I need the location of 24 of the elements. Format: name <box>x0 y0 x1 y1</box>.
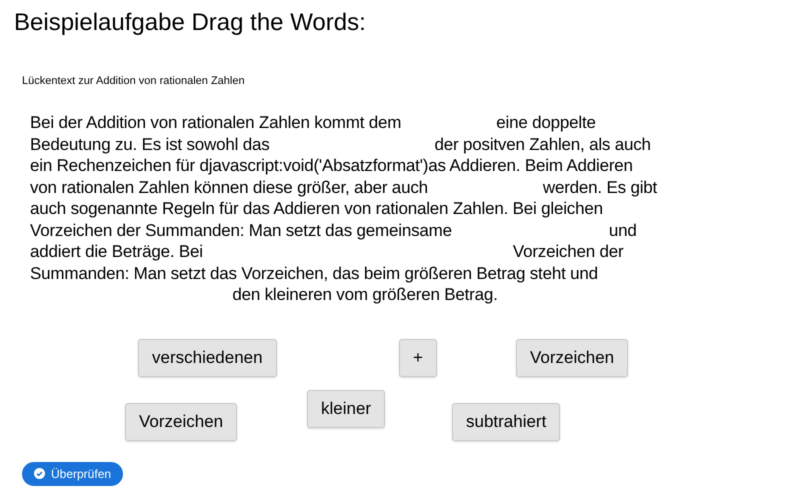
paragraph-text: Bedeutung zu. Es ist sowohl das <box>30 134 270 155</box>
paragraph-text: Vorzeichen der Summanden: Man setzt das gemeinsame <box>30 220 452 241</box>
paragraph-text: Bei der Addition von rationalen Zahlen kommt dem <box>30 112 402 134</box>
paragraph-text: ein Rechenzeichen für djavascript:void('Absatzformat')as Addieren. Beim Addieren <box>30 155 633 176</box>
paragraph-text: auch sogenannte Regeln für das Addieren von rationalen Zahlen. Bei gleichen <box>30 198 603 220</box>
paragraph-text: von rationalen Zahlen können diese größer, aber auch <box>30 176 428 198</box>
check-button[interactable]: Überprüfen <box>22 462 124 486</box>
paragraph-text: addiert die Beträge. Bei <box>30 241 203 262</box>
task-title: Lückentext zur Addition von rationalen Zahlen <box>22 74 245 88</box>
paragraph-text: den kleineren vom größeren Betrag. <box>232 284 498 306</box>
check-circle-icon <box>34 468 45 479</box>
word-chip[interactable]: subtrahiert <box>452 402 560 440</box>
paragraph-text: eine doppelte <box>496 112 596 134</box>
word-chip[interactable]: Vorzeichen <box>516 338 628 376</box>
word-chip[interactable]: Vorzeichen <box>125 402 238 440</box>
page-title: Beispielaufgabe Drag the Words: <box>14 8 366 38</box>
paragraph-text: der positven Zahlen, als auch <box>434 134 651 155</box>
word-chip[interactable]: verschiedenen <box>138 338 277 376</box>
word-chip[interactable]: + <box>399 338 437 376</box>
paragraph-text: werden. Es gibt <box>542 176 658 198</box>
word-chip[interactable]: kleiner <box>307 390 386 428</box>
paragraph-text: Vorzeichen der <box>512 241 624 262</box>
paragraph-text: Summanden: Man setzt das Vorzeichen, das beim größeren Betrag steht und <box>30 262 598 284</box>
paragraph-text: und <box>608 220 637 241</box>
